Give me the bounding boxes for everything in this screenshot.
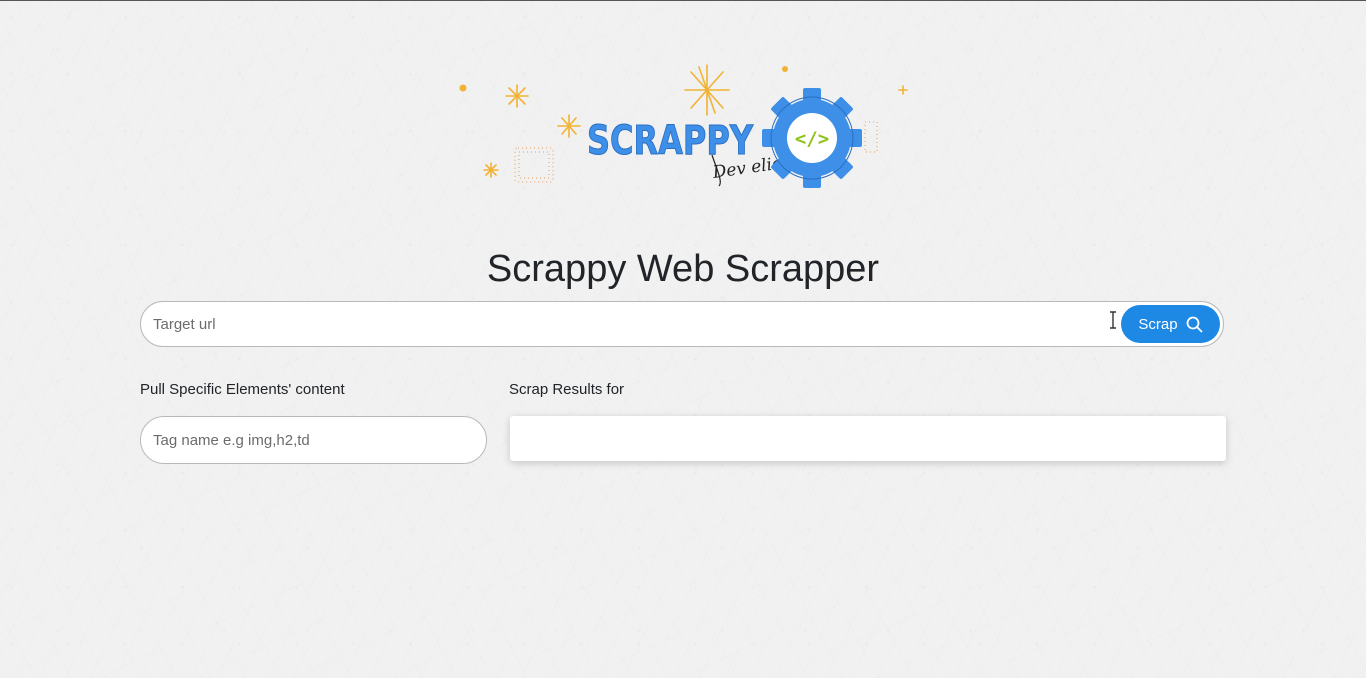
page-title: Scrappy Web Scrapper <box>486 248 880 290</box>
logo-wordmark: SCRAPPY <box>587 118 754 164</box>
target-url-input[interactable] <box>153 302 1113 346</box>
scrap-button-label: Scrap <box>1138 315 1178 333</box>
scrap-results-panel <box>510 416 1226 461</box>
url-search-bar: Scrap <box>140 301 1224 347</box>
pull-elements-label: Pull Specific Elements' content <box>140 381 345 398</box>
scrap-results-label: Scrap Results for <box>509 381 625 398</box>
tag-name-input[interactable] <box>140 416 487 464</box>
search-icon <box>1186 316 1202 332</box>
scrappy-logo: SCRAPPY Dev elie </> <box>455 60 915 195</box>
code-icon: </> <box>795 128 829 150</box>
text-cursor-icon <box>1110 311 1116 329</box>
gear-icon: </> <box>762 88 862 188</box>
scrap-button[interactable]: Scrap <box>1121 305 1220 343</box>
top-border <box>0 0 1366 1</box>
